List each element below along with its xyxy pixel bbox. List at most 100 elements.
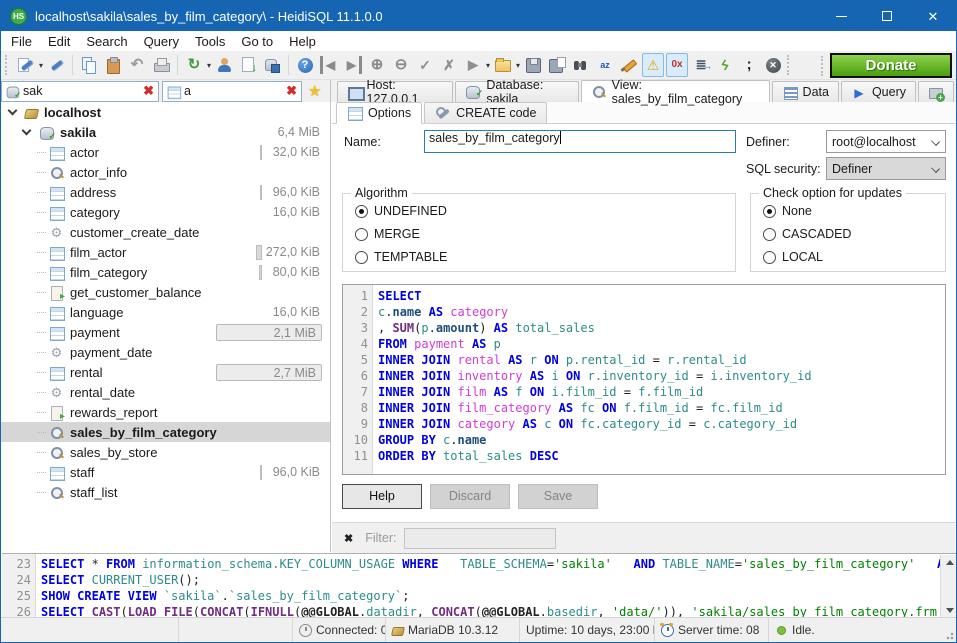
subtab-create-code[interactable]: CREATE code (424, 102, 547, 123)
tree-item-localhost[interactable]: localhost (1, 102, 330, 122)
radio-check-none[interactable]: None (763, 204, 812, 218)
replace-text-button[interactable]: az (594, 53, 616, 77)
tab-host-127-0-0-1[interactable]: Host: 127.0.0.1 (337, 81, 453, 102)
favorites-star-icon[interactable]: ★ (308, 82, 321, 100)
post-changes-button[interactable]: ✓ (414, 53, 436, 77)
tree-item-rental[interactable]: rental2,7 MiB (1, 362, 330, 382)
menu-query[interactable]: Query (136, 32, 187, 51)
scroll-up-icon[interactable] (946, 560, 954, 565)
tab-new-tab[interactable] (918, 81, 954, 102)
tree-item-get_customer_balance[interactable]: get_customer_balance (1, 282, 330, 302)
expand-arrow-icon[interactable] (22, 126, 32, 136)
run-query-button[interactable]: ▶ (462, 53, 484, 77)
radio-algorithm-merge[interactable]: MERGE (355, 227, 420, 241)
tab-query[interactable]: ▶Query (841, 81, 916, 102)
tab-database-sakila[interactable]: Database: sakila (455, 81, 578, 102)
filter-input[interactable] (404, 528, 556, 549)
menu-edit[interactable]: Edit (40, 32, 78, 51)
tree-item-language[interactable]: language16,0 KiB (1, 302, 330, 322)
stop-button[interactable]: ✕ (762, 53, 784, 77)
expand-arrow-icon[interactable] (8, 106, 18, 116)
tab-view-sales-by-film-category[interactable]: View: sales_by_film_category (581, 80, 770, 102)
subtab-options[interactable]: Options (336, 102, 422, 124)
load-sql-file-button[interactable] (492, 53, 514, 77)
scroll-down-icon[interactable] (946, 608, 954, 613)
log-scrollbar[interactable] (940, 555, 957, 618)
database-filter-input[interactable]: sak ✖ (1, 81, 159, 102)
line-number: 6 (343, 368, 368, 384)
view-name-input[interactable]: sales_by_film_category (424, 130, 736, 153)
minimize-button[interactable] (818, 1, 864, 31)
radio-check-local[interactable]: LOCAL (763, 250, 823, 264)
tree-item-category[interactable]: category16,0 KiB (1, 202, 330, 222)
tree-item-film_actor[interactable]: film_actor272,0 KiB (1, 242, 330, 262)
delimiter-button[interactable]: ; (738, 53, 760, 77)
print-button[interactable] (150, 53, 172, 77)
paste-button[interactable] (102, 53, 124, 77)
tree-item-address[interactable]: address96,0 KiB (1, 182, 330, 202)
dropdown-arrow-icon[interactable]: ▾ (207, 61, 211, 70)
tree-item-actor[interactable]: actor32,0 KiB (1, 142, 330, 162)
tab-data[interactable]: Data (772, 81, 839, 102)
user-manager-button[interactable] (213, 53, 235, 77)
tree-item-staff_list[interactable]: staff_list (1, 482, 330, 502)
tree-item-film_category[interactable]: film_category80,0 KiB (1, 262, 330, 282)
last-record-button[interactable]: ▶ (342, 53, 364, 77)
query-warnings-toggle[interactable]: ⚠ (642, 53, 664, 77)
table-filter-input[interactable]: a ✖ (162, 81, 302, 102)
clear-database-filter-icon[interactable]: ✖ (142, 83, 155, 99)
reconnect-button[interactable]: ϟ (714, 53, 736, 77)
tree-item-sales_by_store[interactable]: sales_by_store (1, 442, 330, 462)
tree-item-actor_info[interactable]: actor_info (1, 162, 330, 182)
refresh-button[interactable]: ↻ (183, 53, 205, 77)
sql-security-combobox[interactable]: Definer (826, 157, 946, 180)
copy-button[interactable] (78, 53, 100, 77)
radio-check-cascaded[interactable]: CASCADED (763, 227, 851, 241)
save-sql-as-button[interactable] (546, 53, 568, 77)
menu-help[interactable]: Help (281, 32, 324, 51)
export-button[interactable] (237, 53, 259, 77)
tree-item-payment_date[interactable]: ⚙payment_date (1, 342, 330, 362)
tree-item-sakila[interactable]: sakila6,4 MiB (1, 122, 330, 142)
help-button[interactable]: Help (342, 484, 422, 509)
save-sql-button[interactable] (522, 53, 544, 77)
tree-item-payment[interactable]: payment2,1 MiB (1, 322, 330, 342)
tree-item-staff[interactable]: staff96,0 KiB (1, 462, 330, 482)
menu-search[interactable]: Search (78, 32, 135, 51)
definer-combobox[interactable]: root@localhost (826, 130, 946, 153)
tree-item-rewards_report[interactable]: rewards_report (1, 402, 330, 422)
hex-view-toggle[interactable]: 0x (666, 53, 688, 77)
donate-button[interactable]: Donate (830, 53, 952, 78)
disconnect-button[interactable] (45, 53, 67, 77)
insert-record-button[interactable]: ⊕ (366, 53, 388, 77)
close-filter-icon[interactable]: ✖ (332, 532, 365, 545)
tree-item-rental_date[interactable]: ⚙rental_date (1, 382, 330, 402)
delete-record-button[interactable]: ⊖ (390, 53, 412, 77)
menu-file[interactable]: File (3, 32, 40, 51)
maximize-button[interactable] (864, 1, 910, 31)
token (465, 337, 472, 351)
undo-button[interactable]: ↶ (126, 53, 148, 77)
cancel-editing-button[interactable]: ✗ (438, 53, 460, 77)
dropdown-arrow-icon[interactable]: ▾ (486, 61, 490, 70)
bind-parameters-button[interactable]: ≣ (690, 53, 712, 77)
session-manager-button[interactable] (15, 53, 37, 77)
clear-table-filter-icon[interactable]: ✖ (285, 83, 298, 99)
find-text-button[interactable] (570, 53, 592, 77)
radio-algorithm-temptable[interactable]: TEMPTABLE (355, 250, 447, 264)
database-save-button[interactable] (261, 53, 283, 77)
reformat-sql-button[interactable] (618, 53, 640, 77)
dropdown-arrow-icon[interactable]: ▾ (39, 61, 43, 70)
radio-algorithm-undefined[interactable]: UNDEFINED (355, 204, 447, 218)
menu-go-to[interactable]: Go to (233, 32, 281, 51)
menu-tools[interactable]: Tools (187, 32, 233, 51)
tree-item-customer_create_date[interactable]: ⚙customer_create_date (1, 222, 330, 242)
tree-item-sales_by_film_category[interactable]: sales_by_film_category (1, 422, 330, 442)
first-record-button[interactable]: ◀ (318, 53, 340, 77)
view-select-code-editor[interactable]: 1234567891011 SELECTc.name AS category, … (342, 284, 946, 475)
view-editor-panel: OptionsCREATE code Name: sales_by_film_c… (332, 102, 955, 522)
dropdown-arrow-icon[interactable]: ▾ (516, 61, 520, 70)
help-button[interactable]: ? (294, 53, 316, 77)
resize-grip[interactable] (944, 630, 954, 640)
close-button[interactable]: ✕ (910, 1, 956, 31)
